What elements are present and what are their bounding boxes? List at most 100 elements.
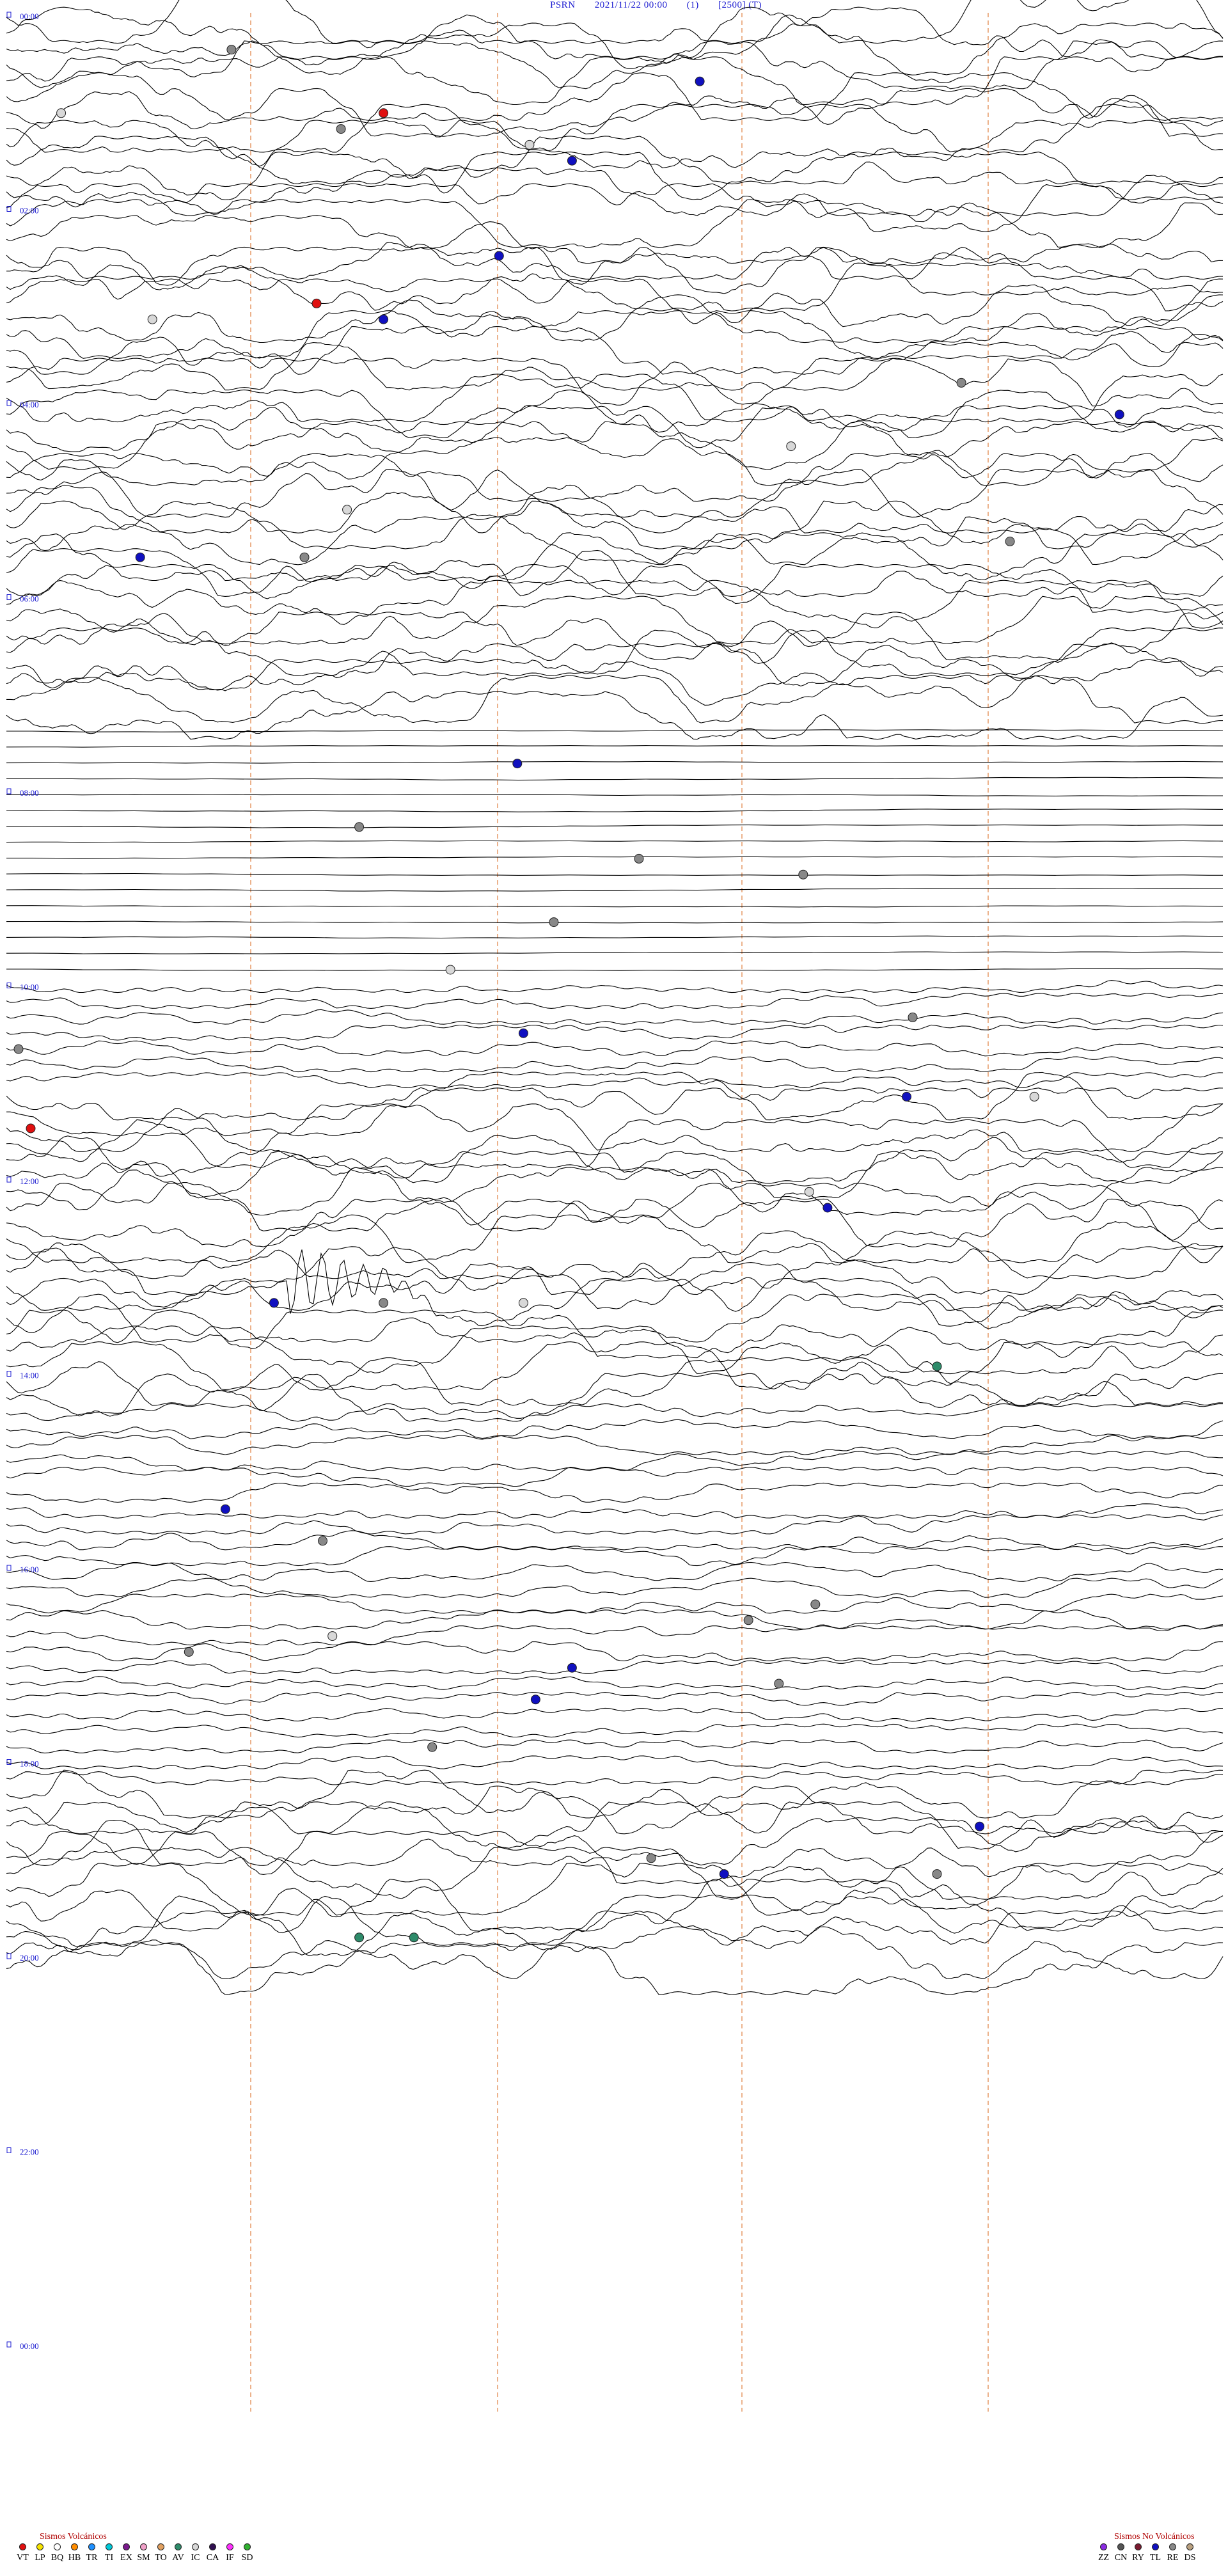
hour-marker [6, 1953, 12, 1959]
event-marker-ic [445, 965, 455, 975]
legend-item-if: IF [221, 2543, 239, 2563]
time-label-text: 00:00 [20, 12, 39, 21]
legend-item-tr: TR [83, 2543, 100, 2563]
legend-code-to: TO [155, 2553, 167, 2563]
legend-code-ca: CA [206, 2553, 219, 2563]
event-marker-re [13, 1044, 24, 1054]
trace-line [6, 1103, 1224, 1152]
trace-line [6, 1293, 1224, 1343]
trace-line [6, 1609, 1224, 1630]
legend-dot-ca [209, 2543, 216, 2550]
event-marker-re [299, 552, 310, 562]
legend-item-ex: EX [118, 2543, 135, 2563]
trace-line [6, 1514, 1224, 1535]
legend-dot-sd [244, 2543, 251, 2550]
trace-line [6, 612, 1224, 661]
trace-line [6, 405, 1224, 454]
legend-dot-lp [36, 2543, 43, 2550]
legend-item-ca: CA [204, 2543, 221, 2563]
trace-line [6, 1739, 1224, 1753]
hour-marker [6, 12, 12, 18]
event-marker-re [354, 822, 365, 832]
trace-line [6, 1926, 1224, 1979]
legend-code-ic: IC [191, 2553, 200, 2563]
event-marker-re [318, 1536, 327, 1546]
trace-line [6, 794, 1223, 796]
event-marker-re [810, 1599, 821, 1609]
trace-line [6, 1230, 1224, 1279]
trace-line [6, 390, 1224, 438]
trace-line [6, 72, 1224, 121]
legend-dot-cn [1117, 2543, 1124, 2550]
time-label-text: 00:00 [20, 2341, 39, 2351]
event-marker-tl [512, 759, 523, 769]
trace-line [6, 840, 1224, 843]
legend-item-av: AV [169, 2543, 187, 2563]
legend-code-vt: VT [17, 2553, 29, 2563]
time-label-6: 12:00 [6, 1176, 39, 1186]
trace-line [6, 1009, 1224, 1025]
hour-marker [6, 400, 12, 406]
legend-dot-av [175, 2543, 182, 2550]
legend-dot-hb [71, 2543, 78, 2550]
legend-code-bq: BQ [51, 2553, 64, 2563]
legend-item-tl: TL [1147, 2543, 1164, 2563]
trace-line [6, 935, 1224, 939]
trace-line [6, 1561, 1224, 1582]
trace-line [6, 242, 1223, 280]
trace-line [6, 745, 1224, 748]
trace-line [6, 484, 1224, 533]
event-marker-vt [379, 108, 389, 118]
trace-line [6, 1771, 1224, 1785]
legend-item-lp: LP [31, 2543, 49, 2563]
legend-code-cn: CN [1114, 2553, 1128, 2563]
time-label-12: 00:00 [6, 2341, 39, 2351]
event-marker-re [774, 1679, 784, 1689]
event-marker-re [932, 1869, 942, 1879]
time-label-10: 20:00 [6, 1953, 39, 1963]
legend-item-sd: SD [239, 2543, 256, 2563]
trace-line [6, 183, 1224, 232]
legend-dot-bq [54, 2543, 61, 2550]
legend-dot-ds [1186, 2543, 1193, 2550]
event-marker-re [956, 377, 966, 388]
legend-dot-to [157, 2543, 164, 2550]
trace-line [6, 1214, 1224, 1263]
trace-line [6, 469, 1224, 518]
event-marker-vt [311, 298, 322, 308]
trace-line [6, 167, 1224, 216]
legend-nonvolcanic-items: ZZ CN RY TL RE DS [1095, 2543, 1199, 2563]
event-marker-re [336, 124, 346, 134]
event-marker-tl [695, 76, 705, 86]
event-marker-ic [518, 1298, 528, 1308]
trace-line [6, 1942, 1224, 1995]
legend-code-ry: RY [1132, 2553, 1144, 2563]
time-label-1: 02:00 [6, 206, 39, 216]
hour-marker [6, 1371, 12, 1377]
event-marker-tl [135, 552, 145, 562]
event-marker-av [354, 1932, 365, 1943]
trace-line [6, 1894, 1224, 1948]
trace-line [6, 1373, 1224, 1422]
event-marker-vt [26, 1123, 36, 1134]
trace-line [6, 246, 1224, 296]
event-marker-av [409, 1932, 419, 1943]
time-label-4: 08:00 [6, 788, 39, 798]
event-marker-ic [786, 441, 796, 452]
trace-line [6, 809, 1224, 812]
time-label-11: 22:00 [6, 2147, 39, 2157]
event-marker-re [634, 853, 644, 864]
trace-line [6, 1072, 1224, 1088]
event-marker-ic [342, 505, 352, 515]
legend-code-if: IF [226, 2553, 234, 2563]
time-label-text: 20:00 [20, 1953, 39, 1963]
trace-line [6, 1135, 1224, 1184]
legend-dot-ry [1135, 2543, 1142, 2550]
trace-line [6, 453, 1224, 502]
trace-line [6, 1249, 1224, 1327]
event-marker-ic [804, 1187, 814, 1197]
time-label-text: 18:00 [20, 1759, 39, 1769]
event-marker-tl [975, 1821, 985, 1831]
trace-line [6, 22, 1224, 75]
trace-line [6, 888, 1224, 892]
